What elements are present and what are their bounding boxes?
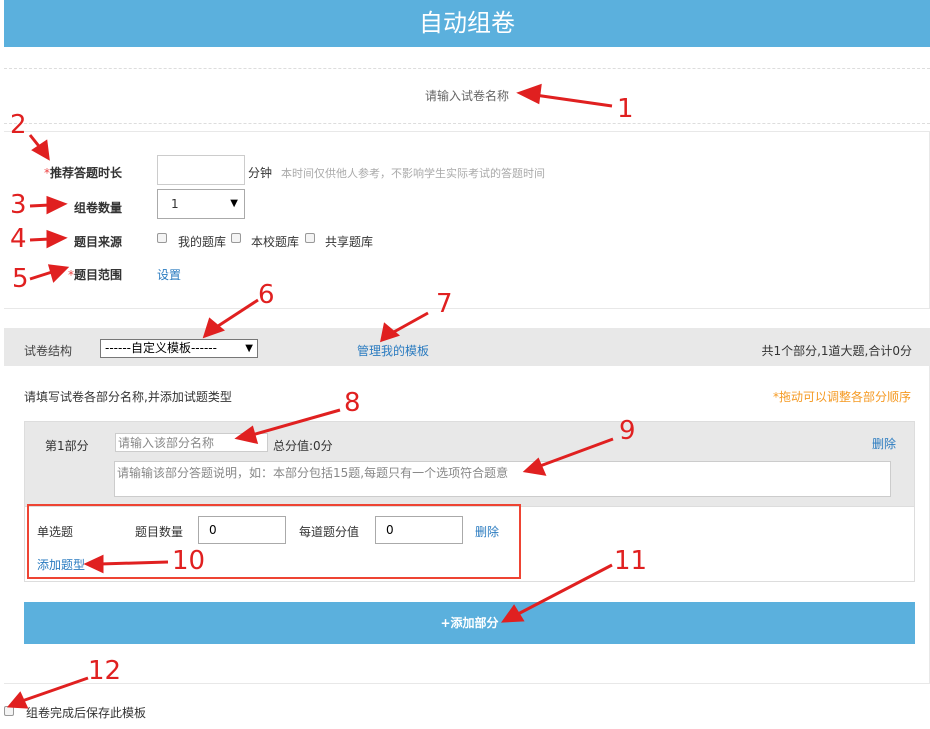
source-school-bank-label: 本校题库 [251, 235, 300, 249]
part-description-input[interactable] [114, 461, 891, 497]
question-score-label: 每道题分值 [299, 525, 360, 539]
question-type-box: 单选题 题目数量 每道题分值 删除 添加题型 [27, 504, 521, 579]
add-question-type-link[interactable]: 添加题型 [37, 556, 85, 573]
page-title: 自动组卷 [419, 9, 515, 37]
count-select[interactable]: 1 ▼ [157, 189, 245, 219]
structure-label: 试卷结构 [24, 344, 73, 358]
annotation-number-12: 12 [88, 656, 122, 686]
part-1-header[interactable]: 第1部分 总分值:0分 删除 [24, 421, 915, 507]
parts-instruction: 请填写试卷各部分名称,并添加试题类型 [24, 390, 232, 404]
settings-panel: *推荐答题时长 分钟 本时间仅供他人参考，不影响学生实际考试的答题时间 组卷数量… [4, 131, 930, 309]
delete-part-link[interactable]: 删除 [872, 435, 896, 452]
question-score-input[interactable] [375, 516, 463, 544]
source-school-bank-checkbox[interactable] [231, 233, 241, 243]
source-my-bank-label: 我的题库 [178, 235, 227, 249]
annotation-number-6: 6 [258, 280, 275, 310]
question-count-label: 题目数量 [135, 525, 184, 539]
annotation-number-9: 9 [619, 416, 636, 446]
annotation-number-5: 5 [12, 264, 29, 294]
manage-templates-link[interactable]: 管理我的模板 [357, 342, 429, 359]
paper-name-input[interactable] [317, 89, 617, 103]
duration-label: *推荐答题时长 [43, 166, 122, 180]
duration-input[interactable] [157, 155, 245, 185]
source-label: 题目来源 [73, 235, 122, 249]
annotation-number-11: 11 [614, 546, 648, 576]
add-part-button[interactable]: +添加部分 [24, 602, 915, 644]
annotation-number-1: 1 [617, 94, 634, 124]
drag-hint: *拖动可以调整各部分顺序 [772, 390, 911, 404]
source-shared-bank-checkbox[interactable] [305, 233, 315, 243]
structure-summary: 共1个部分,1道大题,合计0分 [761, 344, 912, 358]
annotation-number-2: 2 [10, 110, 27, 140]
source-shared-bank-label: 共享题库 [325, 235, 374, 249]
part-1-label: 第1部分 [45, 439, 89, 453]
count-label: 组卷数量 [73, 201, 122, 215]
page-header: 自动组卷 [4, 0, 930, 47]
annotation-number-4: 4 [10, 224, 27, 254]
part-1-body: 单选题 题目数量 每道题分值 删除 添加题型 [24, 504, 915, 582]
source-my-bank-checkbox[interactable] [157, 233, 167, 243]
part-name-input[interactable] [115, 433, 268, 452]
annotation-number-8: 8 [344, 388, 361, 418]
parts-section: 请填写试卷各部分名称,并添加试题类型 *拖动可以调整各部分顺序 第1部分 总分值… [4, 366, 930, 684]
chevron-down-icon: ▼ [230, 198, 238, 209]
delete-question-type-link[interactable]: 删除 [475, 523, 499, 540]
question-count-input[interactable] [198, 516, 286, 544]
annotation-number-10: 10 [172, 546, 206, 576]
scope-label: *题目范围 [67, 268, 122, 282]
template-select[interactable]: ------自定义模板------ ▼ [100, 339, 258, 358]
paper-name-area [4, 68, 930, 124]
duration-unit: 分钟 [248, 166, 273, 180]
save-template-label: 组卷完成后保存此模板 [26, 706, 147, 720]
structure-bar: 试卷结构 ------自定义模板------ ▼ 管理我的模板 共1个部分,1道… [4, 328, 930, 366]
chevron-down-icon: ▼ [245, 343, 253, 354]
question-type-name: 单选题 [37, 525, 74, 539]
annotation-number-3: 3 [10, 190, 27, 220]
annotation-number-7: 7 [436, 289, 453, 319]
scope-settings-link[interactable]: 设置 [157, 266, 181, 283]
save-template-checkbox[interactable] [4, 706, 14, 716]
part-total-score: 总分值:0分 [273, 439, 333, 453]
duration-hint: 本时间仅供他人参考，不影响学生实际考试的答题时间 [281, 167, 545, 180]
